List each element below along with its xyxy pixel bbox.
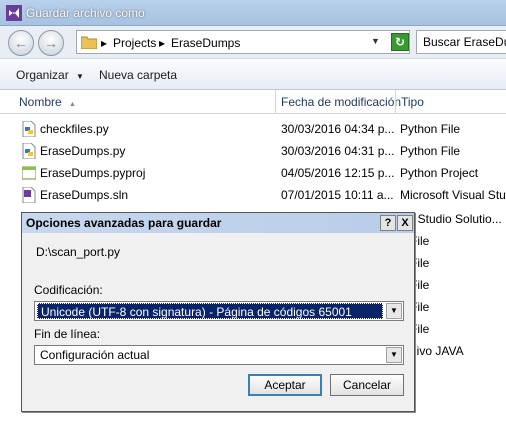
- title-bar: Guardar archivo como: [0, 0, 506, 26]
- chevron-down-icon[interactable]: ▼: [386, 347, 402, 363]
- python-file-icon: [22, 121, 36, 137]
- file-type: Microsoft Visual Stu...: [400, 188, 506, 202]
- chevron-down-icon[interactable]: ▼: [386, 303, 402, 319]
- dropdown-arrow-icon: ▼: [76, 72, 84, 81]
- line-ending-value: Configuración actual: [40, 348, 150, 362]
- dialog-title: Opciones avanzadas para guardar: [26, 216, 222, 230]
- file-type: Python Project: [400, 166, 479, 180]
- accept-button[interactable]: Aceptar: [248, 374, 322, 396]
- column-type-header[interactable]: Tipo: [401, 95, 424, 109]
- line-ending-label: Fin de línea:: [34, 327, 101, 341]
- file-path-label: D:\scan_port.py: [36, 245, 121, 259]
- file-row[interactable]: EraseDumps.pyproj 04/05/2016 12:15 p... …: [0, 162, 506, 184]
- visual-studio-solution-icon: [22, 187, 36, 203]
- forward-button[interactable]: →: [38, 30, 64, 56]
- back-button[interactable]: ←: [8, 30, 34, 56]
- file-type: Python File: [400, 144, 461, 158]
- line-ending-select[interactable]: Configuración actual ▼: [34, 345, 404, 365]
- organize-button[interactable]: Organizar ▼: [16, 68, 84, 82]
- new-folder-button[interactable]: Nueva carpeta: [99, 68, 177, 82]
- encoding-value: Unicode (UTF-8 con signatura) - Página d…: [37, 303, 383, 319]
- forward-arrow-icon: →: [44, 35, 58, 51]
- file-name: EraseDumps.py: [40, 144, 126, 158]
- encoding-select[interactable]: Unicode (UTF-8 con signatura) - Página d…: [34, 301, 404, 321]
- file-name: EraseDumps.sln: [40, 188, 129, 202]
- column-separator[interactable]: [395, 90, 396, 114]
- breadcrumb-erasedumps[interactable]: EraseDumps: [171, 36, 240, 50]
- file-row[interactable]: EraseDumps.py 30/03/2016 04:31 p... Pyth…: [0, 140, 506, 162]
- file-type-partial: al Studio Solutio...: [405, 212, 502, 226]
- cancel-button[interactable]: Cancelar: [330, 374, 404, 396]
- chevron-right-icon: ▸: [101, 36, 108, 50]
- sort-ascending-icon: ▲: [69, 101, 76, 108]
- help-button[interactable]: ?: [380, 215, 396, 231]
- file-row[interactable]: EraseDumps.sln 07/01/2015 10:11 a... Mic…: [0, 184, 506, 206]
- python-file-icon: [22, 143, 36, 159]
- folder-icon: [81, 36, 97, 49]
- close-button[interactable]: X: [397, 215, 413, 231]
- column-date-header[interactable]: Fecha de modificación: [281, 95, 401, 109]
- address-bar[interactable]: ▸ Projects ▸ EraseDumps ▼ ↻: [76, 30, 410, 54]
- file-date: 30/03/2016 04:34 p...: [281, 122, 395, 136]
- refresh-icon[interactable]: ↻: [391, 33, 409, 51]
- column-name-label: Nombre: [19, 95, 62, 109]
- column-name-header[interactable]: Nombre ▲: [19, 95, 76, 109]
- column-header: Nombre ▲ Fecha de modificación Tipo: [0, 90, 506, 114]
- file-type: Python File: [400, 122, 461, 136]
- window-title: Guardar archivo como: [26, 6, 145, 20]
- file-type-partial: hivo JAVA: [410, 344, 464, 358]
- save-file-window: Guardar archivo como ← → ▸ Projects ▸ Er…: [0, 0, 506, 426]
- file-date: 07/01/2015 10:11 a...: [281, 188, 394, 202]
- search-input[interactable]: Buscar EraseDumps: [416, 30, 506, 54]
- dialog-title-bar: Opciones avanzadas para guardar ? X: [22, 213, 414, 233]
- command-toolbar: Organizar ▼ Nueva carpeta: [0, 58, 506, 90]
- column-separator[interactable]: [275, 90, 276, 114]
- chevron-right-icon: ▸: [159, 36, 166, 50]
- file-row[interactable]: checkfiles.py 30/03/2016 04:34 p... Pyth…: [0, 118, 506, 140]
- organize-label: Organizar: [16, 68, 69, 82]
- advanced-save-options-dialog: Opciones avanzadas para guardar ? X D:\s…: [21, 212, 415, 412]
- file-name: checkfiles.py: [40, 122, 109, 136]
- visual-studio-icon: [6, 5, 22, 21]
- file-name: EraseDumps.pyproj: [40, 166, 146, 180]
- breadcrumb-projects[interactable]: Projects: [113, 36, 156, 50]
- back-arrow-icon: ←: [14, 35, 28, 51]
- python-project-icon: [22, 166, 36, 180]
- address-dropdown-icon[interactable]: ▼: [371, 36, 380, 46]
- file-date: 04/05/2016 12:15 p...: [281, 166, 395, 180]
- file-date: 30/03/2016 04:31 p...: [281, 144, 395, 158]
- navigation-bar: ← → ▸ Projects ▸ EraseDumps ▼ ↻ Buscar E…: [0, 26, 506, 58]
- encoding-label: Codificación:: [34, 283, 103, 297]
